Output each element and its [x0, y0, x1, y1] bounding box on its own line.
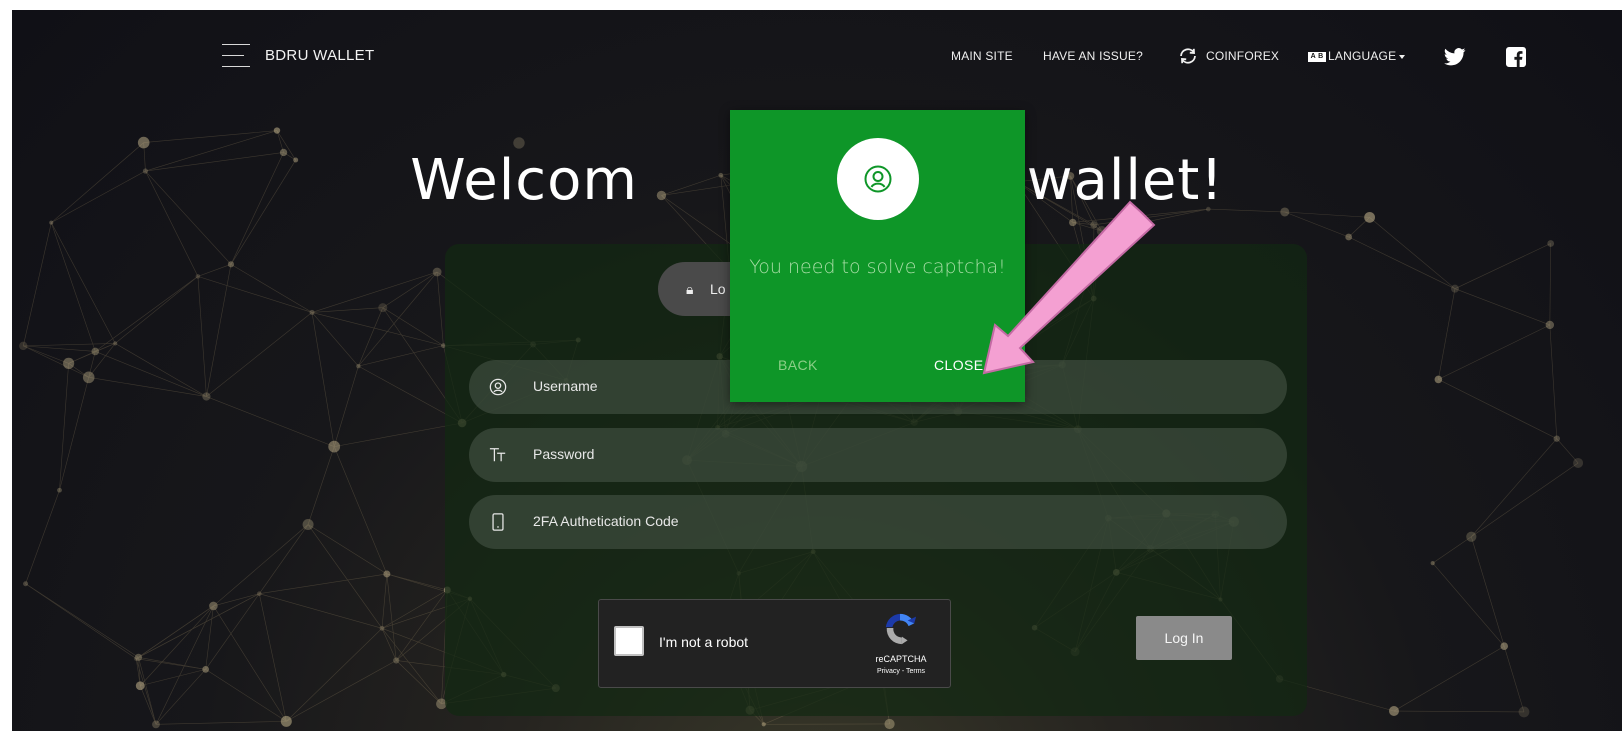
facebook-icon[interactable]	[1506, 47, 1526, 67]
language-label: LANGUAGE	[1328, 49, 1397, 63]
menu-icon[interactable]	[222, 44, 250, 68]
user-circle-icon	[864, 165, 892, 193]
refresh-icon[interactable]	[1177, 47, 1199, 65]
modal-badge	[837, 138, 919, 220]
caret-down-icon	[1399, 54, 1406, 59]
annotation-arrow	[982, 200, 1156, 375]
recaptcha-checkbox[interactable]	[614, 626, 644, 656]
password-field[interactable]: Password	[469, 428, 1287, 482]
translate-icon: A B	[1308, 51, 1326, 62]
modal-back-button[interactable]: BACK	[778, 357, 818, 373]
user-circle-icon	[489, 378, 507, 396]
login-button[interactable]: Log In	[1136, 616, 1232, 660]
app-frame: BDRU WALLET MAIN SITE HAVE AN ISSUE? COI…	[12, 10, 1622, 731]
lock-icon: 🔒︎	[686, 281, 694, 297]
text-size-icon	[489, 448, 506, 462]
twofa-field[interactable]: 2FA Authetication Code	[469, 495, 1287, 549]
twofa-placeholder: 2FA Authetication Code	[533, 513, 679, 529]
username-placeholder: Username	[533, 378, 598, 394]
top-navigation: BDRU WALLET MAIN SITE HAVE AN ISSUE? COI…	[12, 10, 1622, 110]
recaptcha-logo-icon	[885, 613, 917, 645]
nav-have-an-issue[interactable]: HAVE AN ISSUE?	[1043, 49, 1143, 63]
language-dropdown[interactable]: A B LANGUAGE	[1308, 49, 1406, 63]
recaptcha-links[interactable]: Privacy - Terms	[861, 668, 941, 675]
brand-name[interactable]: BDRU WALLET	[265, 47, 374, 64]
nav-main-site[interactable]: MAIN SITE	[951, 49, 1013, 63]
recaptcha-brand: reCAPTCHA	[875, 654, 927, 664]
nav-coinforex[interactable]: COINFOREX	[1206, 49, 1279, 63]
password-placeholder: Password	[533, 446, 595, 462]
recaptcha-widget: I'm not a robot reCAPTCHA Privacy - Term…	[598, 599, 951, 688]
recaptcha-label: I'm not a robot	[659, 634, 749, 650]
phone-icon	[492, 513, 504, 531]
page-title-left: Welcom	[410, 148, 638, 213]
twitter-icon[interactable]	[1444, 48, 1466, 66]
tab-login-label: Lo	[710, 281, 726, 297]
